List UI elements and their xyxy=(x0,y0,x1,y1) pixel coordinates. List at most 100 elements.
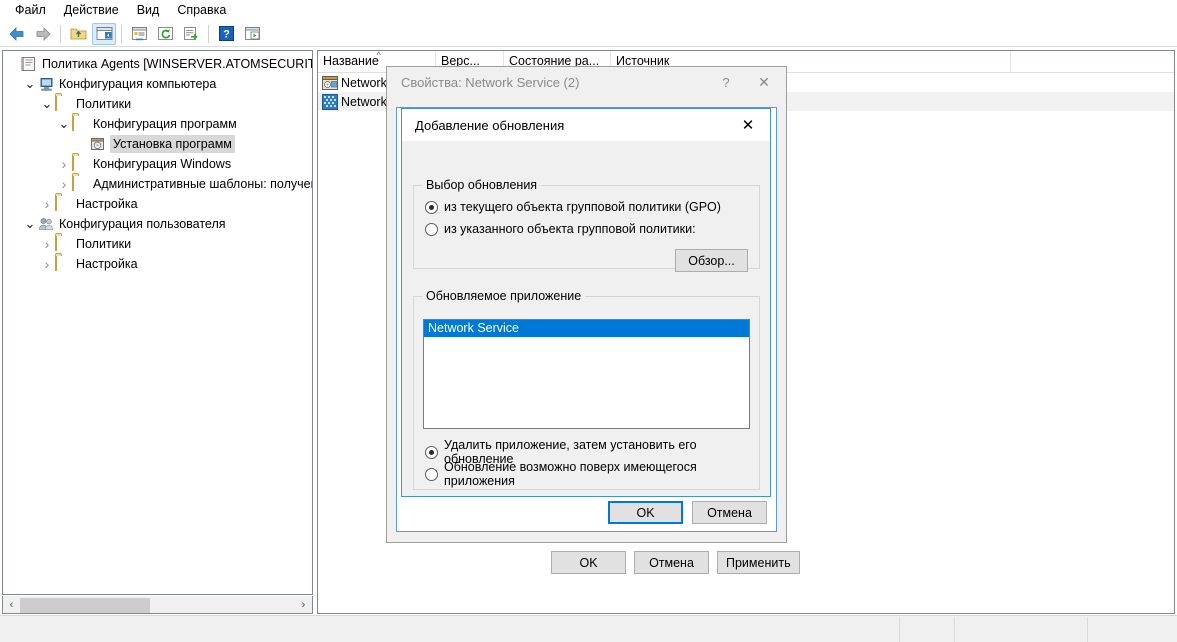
radio-specified-gpo-indicator[interactable] xyxy=(425,223,438,236)
radio-current-gpo-indicator[interactable] xyxy=(425,201,438,214)
back-icon[interactable] xyxy=(5,23,29,45)
tree-node[interactable]: ›Административные шаблоны: получены xyxy=(5,174,312,194)
svg-text:?: ? xyxy=(223,29,230,41)
menu-help[interactable]: Справка xyxy=(168,1,235,20)
tree-node[interactable]: ⌄ Конфигурация пользователя xyxy=(5,214,312,234)
console-glyph xyxy=(244,26,261,41)
tree-node[interactable]: › Настройка xyxy=(5,254,312,274)
status-bar xyxy=(0,615,1177,642)
tree-node-label: Конфигурация пользователя xyxy=(59,216,226,232)
chevron-down-icon[interactable]: ⌄ xyxy=(22,74,38,94)
folder-icon xyxy=(72,116,89,132)
policy-icon xyxy=(21,56,38,72)
folder-glyph xyxy=(72,175,74,191)
folder-glyph xyxy=(55,195,57,211)
msi-update-icon xyxy=(322,94,338,110)
close-icon[interactable]: ✕ xyxy=(726,110,770,140)
chevron-right-icon[interactable]: › xyxy=(39,234,55,254)
users-icon xyxy=(38,216,55,232)
list-item[interactable]: Network Service xyxy=(424,320,749,337)
tree-expander-spacer xyxy=(73,134,89,154)
tree-node[interactable]: ⌄ Конфигурация программ xyxy=(5,114,312,134)
tree-node[interactable]: Политика Agents [WINSERVER.ATOMSECURITY.… xyxy=(5,54,312,74)
chevron-right-icon[interactable]: › xyxy=(39,254,55,274)
radio-current-gpo-label: из текущего объекта групповой политики (… xyxy=(444,200,721,214)
tree-node[interactable]: › Политики xyxy=(5,234,312,254)
msi-package-icon xyxy=(322,75,338,91)
add-update-dialog-titlebar[interactable]: Добавление обновления ✕ xyxy=(402,109,770,141)
tree-node[interactable]: Установка программ xyxy=(5,134,312,154)
application-listbox[interactable]: Network Service xyxy=(423,319,750,429)
chevron-down-icon[interactable]: ⌄ xyxy=(56,114,72,134)
browse-button[interactable]: Обзор... xyxy=(675,249,748,272)
tree-node-label: Конфигурация программ xyxy=(93,116,237,132)
cancel-button[interactable]: Отмена xyxy=(692,501,767,524)
scroll-left-arrow-icon[interactable]: ‹ xyxy=(3,597,20,613)
ok-button[interactable]: OK xyxy=(608,501,683,524)
tree-node[interactable]: › Конфигурация Windows xyxy=(5,154,312,174)
show-tree-glyph xyxy=(96,26,113,41)
radio-install-over-indicator[interactable] xyxy=(425,468,438,481)
folder-icon xyxy=(72,156,89,172)
close-icon[interactable]: ✕ xyxy=(742,68,786,96)
add-update-dialog-buttons: OK Отмена xyxy=(608,501,767,524)
chevron-right-icon[interactable]: › xyxy=(39,194,55,214)
software-install-icon xyxy=(89,136,106,152)
ok-button[interactable]: OK xyxy=(551,551,626,574)
help-glyph: ? xyxy=(219,26,234,41)
refresh-icon[interactable] xyxy=(153,23,177,45)
radio-specified-gpo[interactable]: из указанного объекта групповой политики… xyxy=(425,219,759,239)
show-tree-icon[interactable] xyxy=(92,23,116,45)
menu-file[interactable]: Файл xyxy=(6,1,55,20)
properties-glyph xyxy=(131,26,148,41)
radio-uninstall-then-install-indicator[interactable] xyxy=(425,446,438,459)
up-folder-icon[interactable] xyxy=(66,23,90,45)
tree-horizontal-scrollbar[interactable]: ‹ › xyxy=(2,596,313,614)
radio-install-over[interactable]: Обновление возможно поверх имеющегося пр… xyxy=(425,464,759,484)
export-list-icon[interactable] xyxy=(179,23,203,45)
toolbar-separator-3 xyxy=(208,25,209,43)
folder-glyph xyxy=(72,115,74,131)
properties-dialog-titlebar[interactable]: Свойства: Network Service (2) ? ✕ xyxy=(387,67,786,97)
radio-current-gpo[interactable]: из текущего объекта групповой политики (… xyxy=(425,197,759,217)
menu-action[interactable]: Действие xyxy=(55,1,128,20)
back-arrow-glyph xyxy=(8,26,26,42)
scroll-right-arrow-icon[interactable]: › xyxy=(295,597,312,613)
cancel-button[interactable]: Отмена xyxy=(634,551,709,574)
help-icon[interactable]: ? xyxy=(710,68,742,96)
folder-glyph xyxy=(55,95,57,111)
add-update-dialog[interactable]: Добавление обновления ✕ Выбор обновления… xyxy=(401,108,771,497)
help-icon[interactable]: ? xyxy=(214,23,238,45)
chevron-right-icon[interactable]: › xyxy=(56,154,72,174)
status-cell-4 xyxy=(1088,617,1176,642)
refresh-glyph xyxy=(157,26,174,41)
apply-button[interactable]: Применить xyxy=(717,551,800,574)
properties-dialog-buttons: OK Отмена Применить xyxy=(551,551,800,574)
tree-node-label: Политики xyxy=(76,236,131,252)
radio-uninstall-then-install[interactable]: Удалить приложение, затем установить его… xyxy=(425,442,759,462)
properties-icon[interactable] xyxy=(127,23,151,45)
tree-node-label: Настройка xyxy=(76,256,138,272)
tree-node[interactable]: ›Настройка xyxy=(5,194,312,214)
tree-node-label: Политика Agents [WINSERVER.ATOMSECURITY.… xyxy=(42,56,313,72)
chevron-down-icon[interactable]: ⌄ xyxy=(22,214,38,234)
tree-node-label: Конфигурация Windows xyxy=(93,156,231,172)
radio-specified-gpo-label: из указанного объекта групповой политики… xyxy=(444,222,696,236)
tree-node-label: Конфигурация компьютера xyxy=(59,76,216,92)
tree-pane[interactable]: Политика Agents [WINSERVER.ATOMSECURITY.… xyxy=(2,50,313,595)
column-header-label: Название xyxy=(323,54,379,68)
menu-bar: Файл Действие Вид Справка xyxy=(0,0,1177,21)
folder-icon xyxy=(55,236,72,252)
menu-view[interactable]: Вид xyxy=(128,1,169,20)
policy-tree[interactable]: Политика Agents [WINSERVER.ATOMSECURITY.… xyxy=(3,51,312,274)
console-icon[interactable] xyxy=(240,23,264,45)
forward-icon[interactable] xyxy=(31,23,55,45)
chevron-down-icon[interactable]: ⌄ xyxy=(39,94,55,114)
scrollbar-thumb[interactable] xyxy=(20,598,150,613)
tree-node[interactable]: ⌄ Конфигурация компьютера xyxy=(5,74,312,94)
tree-node[interactable]: ⌄Политики xyxy=(5,94,312,114)
chevron-right-icon[interactable]: › xyxy=(56,174,72,194)
toolbar-separator-1 xyxy=(60,25,61,43)
scrollbar-track[interactable] xyxy=(20,597,295,613)
export-list-glyph xyxy=(183,26,200,41)
